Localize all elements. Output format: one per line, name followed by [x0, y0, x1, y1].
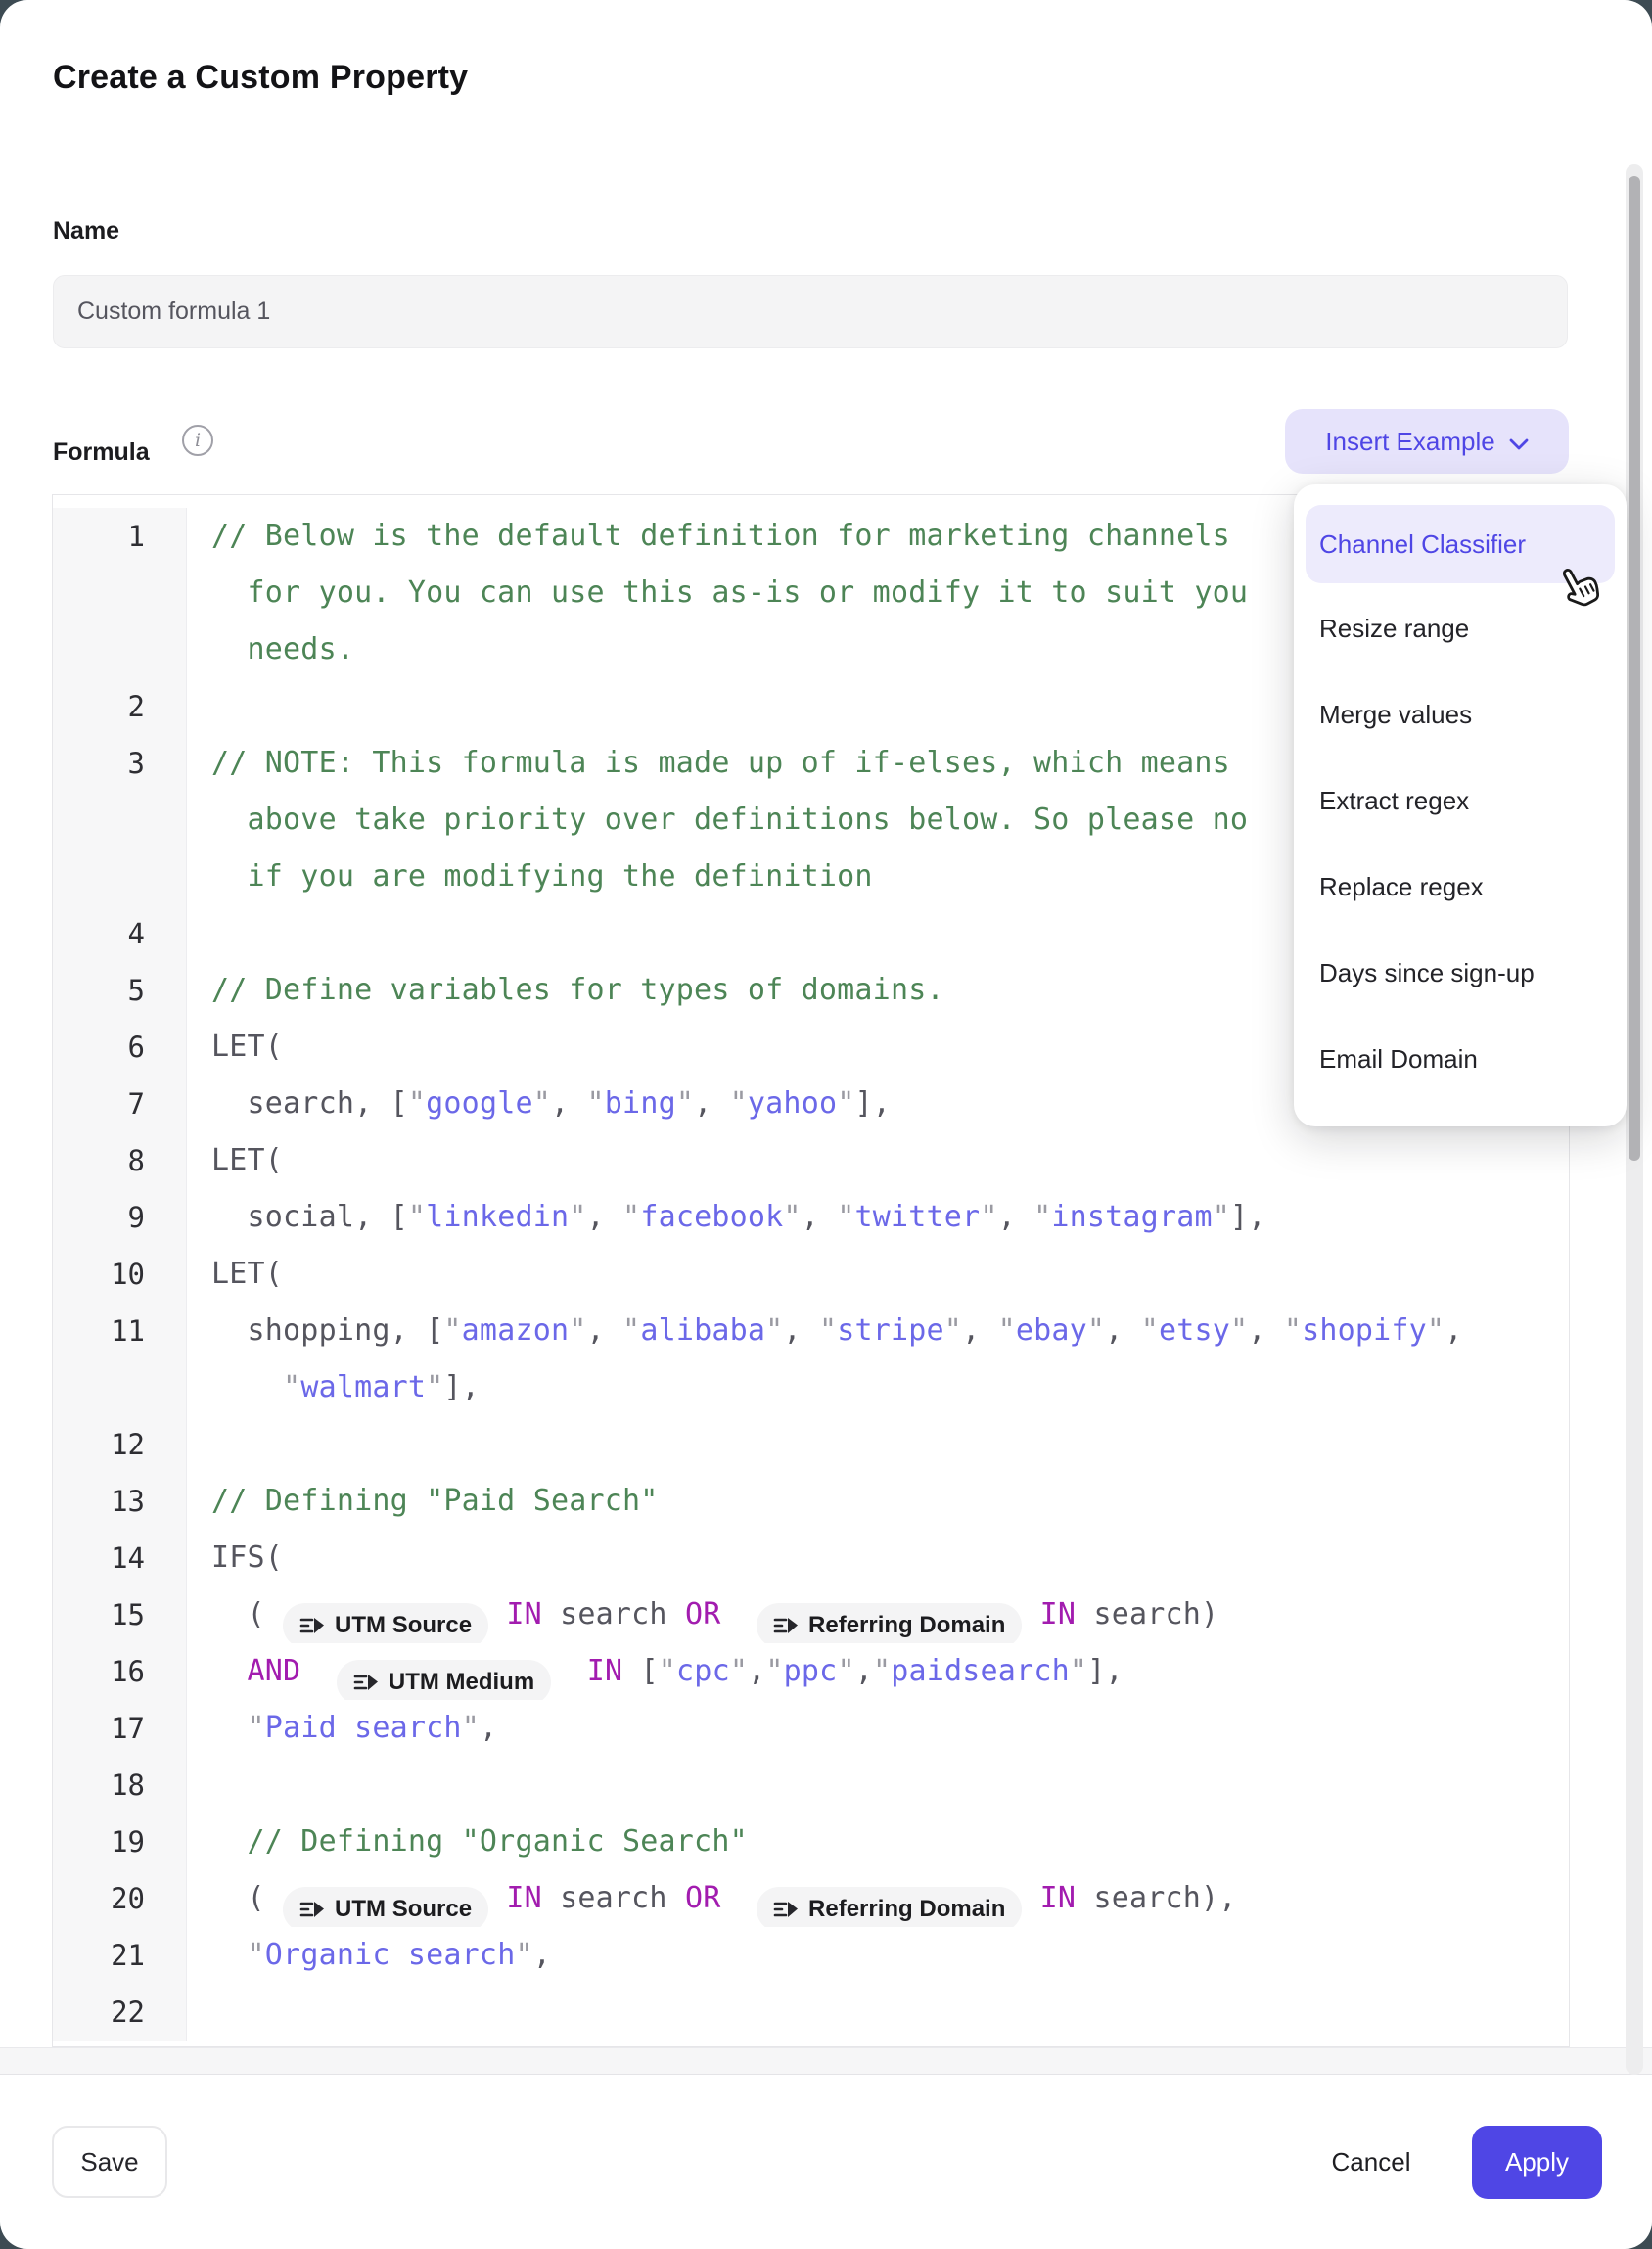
line-number: 14 [53, 1530, 187, 1586]
code-text: "Organic search", [187, 1927, 1569, 1984]
property-chip-utm-source[interactable]: UTM Source [283, 1887, 488, 1927]
line-number: 2 [53, 678, 187, 735]
line-number: 12 [53, 1416, 187, 1473]
menu-item-replace-regex[interactable]: Replace regex [1294, 844, 1627, 930]
code-line: 19 // Defining "Organic Search" [53, 1813, 1569, 1870]
code-line: 9 social, ["linkedin", "facebook", "twit… [53, 1189, 1569, 1246]
line-number: 5 [53, 962, 187, 1019]
scrollbar-thumb[interactable] [1629, 176, 1640, 1161]
chevron-down-icon [1509, 427, 1529, 457]
code-text: ( UTM Source IN search OR Referring Doma… [187, 1586, 1569, 1643]
line-number: 20 [53, 1870, 187, 1927]
code-line: 17 "Paid search", [53, 1700, 1569, 1757]
code-text: "walmart"], [187, 1359, 1569, 1416]
line-number: 13 [53, 1473, 187, 1530]
name-label: Name [53, 217, 119, 246]
code-line: 20 ( UTM Source IN search OR Referring D… [53, 1870, 1569, 1927]
code-line: "walmart"], [53, 1359, 1569, 1416]
line-number: 1 [53, 508, 187, 565]
variable-icon [299, 1899, 325, 1920]
line-number: 11 [53, 1303, 187, 1359]
line-number [53, 1359, 187, 1416]
line-number: 3 [53, 735, 187, 792]
apply-button[interactable]: Apply [1472, 2126, 1602, 2199]
insert-example-label: Insert Example [1325, 427, 1494, 457]
code-text: // Defining "Organic Search" [187, 1813, 1569, 1870]
line-number [53, 565, 187, 621]
insert-example-button[interactable]: Insert Example [1285, 409, 1569, 474]
code-text: IFS( [187, 1530, 1569, 1586]
line-number: 21 [53, 1927, 187, 1984]
variable-icon [773, 1615, 799, 1636]
line-number: 10 [53, 1246, 187, 1303]
code-text: social, ["linkedin", "facebook", "twitte… [187, 1189, 1569, 1246]
code-line: 11 shopping, ["amazon", "alibaba", "stri… [53, 1303, 1569, 1359]
code-line: 21 "Organic search", [53, 1927, 1569, 1984]
code-text: // Defining "Paid Search" [187, 1473, 1569, 1530]
line-number: 7 [53, 1076, 187, 1132]
line-number [53, 621, 187, 678]
code-text: "Paid search", [187, 1700, 1569, 1757]
line-number [53, 792, 187, 849]
property-chip-referring-domain[interactable]: Referring Domain [757, 1603, 1022, 1643]
code-text [187, 1757, 1569, 1813]
line-number: 9 [53, 1189, 187, 1246]
code-line: 10LET( [53, 1246, 1569, 1303]
line-number: 19 [53, 1813, 187, 1870]
line-number: 22 [53, 1984, 187, 2041]
chip-label: Referring Domain [808, 1597, 1005, 1643]
code-line: 12 [53, 1416, 1569, 1473]
menu-item-merge-values[interactable]: Merge values [1294, 671, 1627, 757]
name-input[interactable] [53, 275, 1568, 348]
code-text: AND UTM Medium IN ["cpc","ppc","paidsear… [187, 1643, 1569, 1700]
property-chip-utm-source[interactable]: UTM Source [283, 1603, 488, 1643]
line-number: 18 [53, 1757, 187, 1813]
line-number: 16 [53, 1643, 187, 1700]
property-chip-referring-domain[interactable]: Referring Domain [757, 1887, 1022, 1927]
variable-icon [299, 1615, 325, 1636]
code-line: 14IFS( [53, 1530, 1569, 1586]
code-line: 16 AND UTM Medium IN ["cpc","ppc","paids… [53, 1643, 1569, 1700]
code-line: 15 ( UTM Source IN search OR Referring D… [53, 1586, 1569, 1643]
chip-label: UTM Medium [389, 1654, 534, 1700]
formula-label: Formula [53, 438, 150, 467]
menu-item-days-since-sign-up[interactable]: Days since sign-up [1294, 930, 1627, 1016]
cursor-icon [1558, 562, 1605, 614]
save-button[interactable]: Save [52, 2126, 167, 2198]
page-title: Create a Custom Property [53, 59, 468, 97]
code-line: 13// Defining "Paid Search" [53, 1473, 1569, 1530]
line-number: 17 [53, 1700, 187, 1757]
line-number: 6 [53, 1019, 187, 1076]
code-line: 8LET( [53, 1132, 1569, 1189]
line-number [53, 849, 187, 905]
code-line: 18 [53, 1757, 1569, 1813]
info-icon[interactable]: i [182, 425, 213, 456]
code-text: LET( [187, 1132, 1569, 1189]
line-number: 8 [53, 1132, 187, 1189]
menu-item-email-domain[interactable]: Email Domain [1294, 1016, 1627, 1102]
variable-icon [353, 1672, 379, 1693]
code-text [187, 1984, 1569, 2041]
code-text: shopping, ["amazon", "alibaba", "stripe"… [187, 1303, 1569, 1359]
code-text: LET( [187, 1246, 1569, 1303]
chip-label: Referring Domain [808, 1881, 1005, 1927]
property-chip-utm-medium[interactable]: UTM Medium [337, 1660, 551, 1700]
menu-item-extract-regex[interactable]: Extract regex [1294, 757, 1627, 844]
code-line: 22 [53, 1984, 1569, 2041]
footer-divider [0, 2047, 1652, 2075]
chip-label: UTM Source [335, 1881, 472, 1927]
line-number: 4 [53, 905, 187, 962]
code-text: ( UTM Source IN search OR Referring Doma… [187, 1870, 1569, 1927]
code-text [187, 1416, 1569, 1473]
cancel-button[interactable]: Cancel [1298, 2126, 1445, 2198]
create-custom-property-modal: Create a Custom Property Name Formula i … [0, 0, 1652, 2249]
variable-icon [773, 1899, 799, 1920]
line-number: 15 [53, 1586, 187, 1643]
chip-label: UTM Source [335, 1597, 472, 1643]
